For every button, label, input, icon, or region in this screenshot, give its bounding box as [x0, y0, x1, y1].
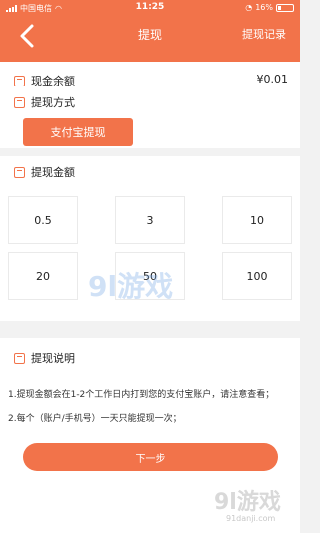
amount-option-10[interactable]: 10	[222, 196, 292, 244]
amount-option-0.5[interactable]: 0.5	[8, 196, 78, 244]
notes-line-2: 2.每个（账户/手机号）一天只能提现一次；	[8, 414, 182, 424]
method-section: 提现方式 支付宝提现	[0, 86, 300, 148]
balance-value: ¥0.01	[256, 73, 289, 86]
battery-label: 16%	[255, 3, 273, 12]
header: 中国电信 ◠ 11:25 ◔ 16% 提现 提现记录	[0, 0, 300, 62]
cash-icon	[14, 166, 25, 178]
status-bar: 中国电信 ◠ 11:25 ◔ 16%	[0, 0, 300, 16]
wallet-icon	[14, 75, 25, 87]
notes-icon	[14, 352, 25, 364]
notes-label: 提现说明	[31, 352, 75, 365]
method-label: 提现方式	[31, 96, 75, 109]
alipay-withdraw-button[interactable]: 支付宝提现	[23, 118, 133, 146]
battery-icon	[276, 3, 294, 12]
watermark-site: 91danji.com	[226, 514, 276, 523]
notes-line-1: 1.提现金额会在1-2个工作日内打到您的支付宝账户，请注意查看；	[8, 390, 275, 400]
watermark-logo-center: 9l游戏	[88, 270, 174, 303]
nav-bar: 提现 提现记录	[0, 16, 300, 62]
watermark-logo: 9l游戏	[214, 490, 281, 515]
amount-option-100[interactable]: 100	[222, 252, 292, 300]
alarm-icon: ◔	[245, 3, 253, 12]
amount-option-3[interactable]: 3	[115, 196, 185, 244]
amount-option-20[interactable]: 20	[8, 252, 78, 300]
amount-label: 提现金额	[31, 166, 75, 179]
card-icon	[14, 96, 25, 108]
withdraw-record-link[interactable]: 提现记录	[242, 26, 286, 42]
next-step-button[interactable]: 下一步	[23, 443, 278, 471]
